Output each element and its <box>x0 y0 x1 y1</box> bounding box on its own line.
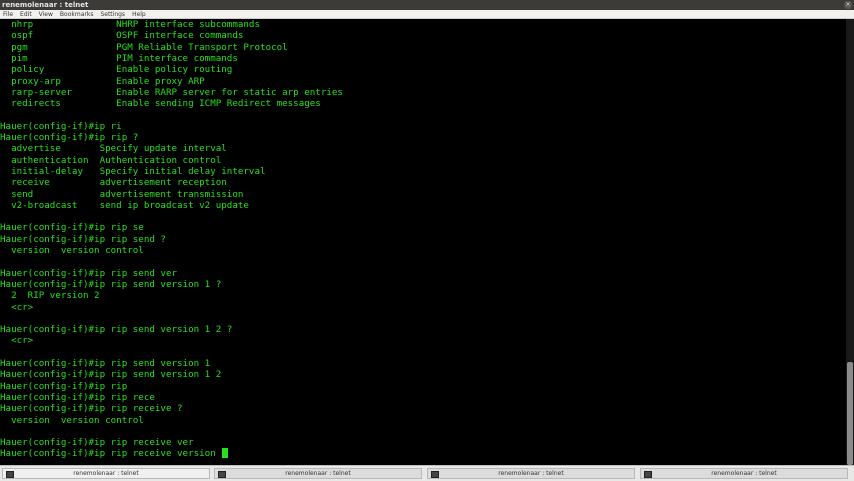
terminal-line: nhrp NHRP interface subcommands <box>0 19 260 30</box>
terminal-line: send advertisement transmission <box>0 188 244 200</box>
menu-help[interactable]: Help <box>132 10 146 18</box>
terminal-line: version version control <box>0 414 144 426</box>
menu-bar: File Edit View Bookmarks Settings Help <box>0 10 854 19</box>
terminal-line: Hauer(config-if)#ip rip send version 1 <box>0 358 211 369</box>
taskbar-item-1[interactable]: renemolenaar : telnet <box>2 468 210 479</box>
terminal-line: Hauer(config-if)#ip rip ? <box>0 132 139 143</box>
terminal-line: policy Enable policy routing <box>0 64 233 76</box>
taskbar-item-label: renemolenaar : telnet <box>73 470 139 477</box>
terminal-line: rarp-server Enable RARP server for stati… <box>0 86 343 98</box>
terminal-prompt-text: Hauer(config-if)#ip rip receive version <box>0 448 222 460</box>
terminal-line: redirects Enable sending ICMP Redirect m… <box>0 98 321 110</box>
terminal-line: receive advertisement reception <box>0 177 227 189</box>
terminal-line: version version control <box>0 245 144 256</box>
terminal-line: Hauer(config-if)#ip rip send ver <box>0 267 178 279</box>
menu-bookmarks[interactable]: Bookmarks <box>60 10 94 18</box>
menu-view[interactable]: View <box>39 10 53 18</box>
scrollbar[interactable] <box>846 19 854 465</box>
terminal-line: Hauer(config-if)#ip rip send ? <box>0 233 166 245</box>
terminal-line: Hauer(config-if)#ip rip se <box>0 222 144 234</box>
taskbar-item-label: renemolenaar : telnet <box>285 470 351 477</box>
menu-edit[interactable]: Edit <box>20 10 32 18</box>
terminal-line: 2 RIP version 2 <box>0 290 100 302</box>
window-title: renemolenaar : telnet <box>2 1 89 9</box>
terminal-line: Hauer(config-if)#ip ri <box>0 120 122 132</box>
terminal-line: pim PIM interface commands <box>0 52 238 64</box>
terminal-line: ospf OSPF interface commands <box>0 30 244 42</box>
taskbar-item-3[interactable]: renemolenaar : telnet <box>427 468 635 479</box>
taskbar-item-2[interactable]: renemolenaar : telnet <box>214 468 422 479</box>
close-icon[interactable]: × <box>844 1 852 9</box>
terminal-output[interactable]: nhrp NHRP interface subcommands ospf OSP… <box>0 19 846 465</box>
terminal-line: Hauer(config-if)#ip rip receive ver <box>0 437 194 449</box>
menu-file[interactable]: File <box>3 10 13 18</box>
taskbar: renemolenaar : telnet renemolenaar : tel… <box>0 465 854 481</box>
terminal-line: <cr> <box>0 301 34 313</box>
terminal-line: Hauer(config-if)#ip rip rece <box>0 391 155 403</box>
taskbar-item-4[interactable]: renemolenaar : telnet <box>640 468 848 479</box>
terminal-line: Hauer(config-if)#ip rip <box>0 380 128 392</box>
terminal-line: Hauer(config-if)#ip rip send version 1 2… <box>0 324 233 336</box>
taskbar-item-label: renemolenaar : telnet <box>711 470 777 477</box>
scrollbar-thumb[interactable] <box>847 362 853 465</box>
terminal-line: proxy-arp Enable proxy ARP <box>0 75 205 87</box>
terminal-line: Hauer(config-if)#ip rip send version 1 ? <box>0 278 222 290</box>
terminal-line: Hauer(config-if)#ip rip send version 1 2 <box>0 369 222 381</box>
terminal-prompt-line: Hauer(config-if)#ip rip receive version <box>0 448 229 460</box>
terminal-line: authentication Authentication control <box>0 154 222 166</box>
terminal-line: pgm PGM Reliable Transport Protocol <box>0 41 288 53</box>
taskbar-item-label: renemolenaar : telnet <box>498 470 564 477</box>
window-controls: × <box>844 1 852 9</box>
terminal-line: v2-broadcast send ip broadcast v2 update <box>0 199 249 211</box>
terminal-cursor <box>222 448 229 459</box>
menu-settings[interactable]: Settings <box>100 10 125 18</box>
window-titlebar[interactable]: renemolenaar : telnet × <box>0 0 854 10</box>
terminal-line: advertise Specify update interval <box>0 143 227 155</box>
terminal-line: <cr> <box>0 335 34 347</box>
terminal-line: initial-delay Specify initial delay inte… <box>0 165 266 177</box>
terminal-line: Hauer(config-if)#ip rip receive ? <box>0 403 183 415</box>
